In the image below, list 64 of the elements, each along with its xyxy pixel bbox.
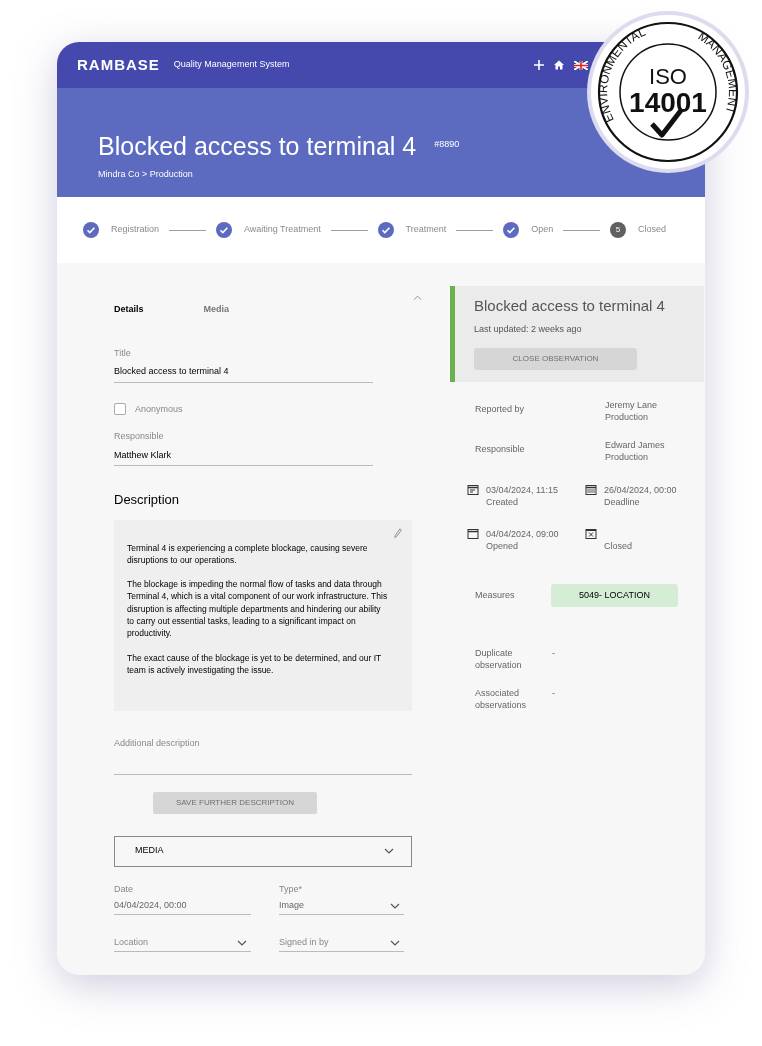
step-label[interactable]: Open	[531, 223, 554, 237]
date-value: 26/04/2024, 00:00	[604, 484, 677, 496]
chevron-down-icon	[390, 940, 400, 946]
field-label: Responsible	[114, 430, 165, 443]
date-label: Deadline	[604, 496, 641, 508]
measure-tag[interactable]: 5049- LOCATION	[551, 584, 678, 607]
plus-icon[interactable]	[534, 60, 544, 70]
last-updated: Last updated: 2 weeks ago	[474, 322, 583, 336]
step-label[interactable]: Treatment	[405, 223, 447, 237]
calendar-icon	[585, 484, 597, 496]
select-field[interactable]: Image	[279, 900, 404, 915]
section-heading: Description	[114, 491, 181, 509]
info-label: Reported by	[475, 403, 526, 416]
tab[interactable]: Details	[114, 303, 144, 317]
field-label: Title	[114, 346, 132, 360]
media-dropdown[interactable]: MEDIA	[114, 835, 412, 867]
calendar-icon	[467, 484, 479, 496]
info-value: -	[552, 647, 555, 660]
checkbox[interactable]	[114, 403, 126, 416]
record-number: #8890	[434, 138, 460, 151]
summary-title: Blocked access to terminal 4	[474, 296, 666, 316]
date-label: Opened	[486, 540, 520, 552]
chevron-down-icon	[237, 940, 247, 946]
text-field[interactable]: 04/04/2024, 00:00	[114, 900, 251, 915]
seal-label: ISO	[649, 64, 687, 89]
info-label: Duplicate observation	[475, 647, 523, 671]
department: Production	[605, 451, 650, 463]
info-value: -	[552, 687, 555, 700]
date-value: 03/04/2024, 11:15	[486, 484, 558, 496]
info-label: Measures	[475, 588, 516, 602]
date-label: Created	[486, 496, 520, 508]
step-label[interactable]: Closed	[638, 223, 666, 237]
page-title: Blocked access to terminal 4	[98, 132, 417, 160]
field-label: Type*	[279, 882, 303, 896]
info-label: Responsible	[475, 443, 526, 456]
tab[interactable]: Media	[203, 303, 230, 317]
department: Production	[605, 411, 650, 423]
checkbox-label: Anonymous	[135, 402, 183, 416]
brand-logo: RAMBASE	[77, 54, 160, 75]
home-icon[interactable]	[554, 60, 564, 70]
calendar-icon	[585, 528, 597, 540]
step-label[interactable]: Registration	[111, 223, 160, 237]
description-paragraph: The exact cause of the blockage is yet to be determined, and our IT team is actively investigating the issue.	[127, 651, 383, 677]
app-subtitle: Quality Management System	[173, 58, 290, 72]
description-paragraph: The blockage is impeding the normal flow of tasks and data through Terminal 4, which is a vital component of our work infrastructure. This disruption is affecting multiple departments and hindering our ability to carry out essential tasks, leading to a significant impact on productivity.	[127, 578, 388, 640]
additional-description-field[interactable]: Additional description	[114, 736, 412, 775]
person-name: Edward James	[605, 439, 665, 451]
select-field[interactable]: Signed in by	[279, 937, 404, 952]
info-label: Associated observations	[475, 687, 528, 711]
text-field[interactable]: Matthew Klark	[114, 448, 373, 466]
calendar-icon	[467, 528, 479, 540]
description-paragraph: Terminal 4 is experiencing a complete blockage, causing severe disruptions to our operations.	[127, 541, 369, 567]
person-name: Jeremy Lane	[605, 399, 658, 411]
chevron-down-icon	[390, 903, 400, 909]
date-value: 04/04/2024, 09:00	[486, 528, 559, 540]
step-label[interactable]: Awaiting Treatment	[243, 223, 321, 237]
chevron-down-icon	[384, 848, 394, 854]
breadcrumb[interactable]: Mindra Co > Production	[98, 168, 705, 182]
date-label: Closed	[604, 540, 632, 552]
step-number: 5	[610, 222, 626, 238]
field-label: Date	[114, 882, 134, 896]
flag-icon[interactable]	[574, 60, 588, 70]
select-field[interactable]: Location	[114, 937, 251, 952]
text-field[interactable]: Blocked access to terminal 4	[114, 365, 373, 383]
